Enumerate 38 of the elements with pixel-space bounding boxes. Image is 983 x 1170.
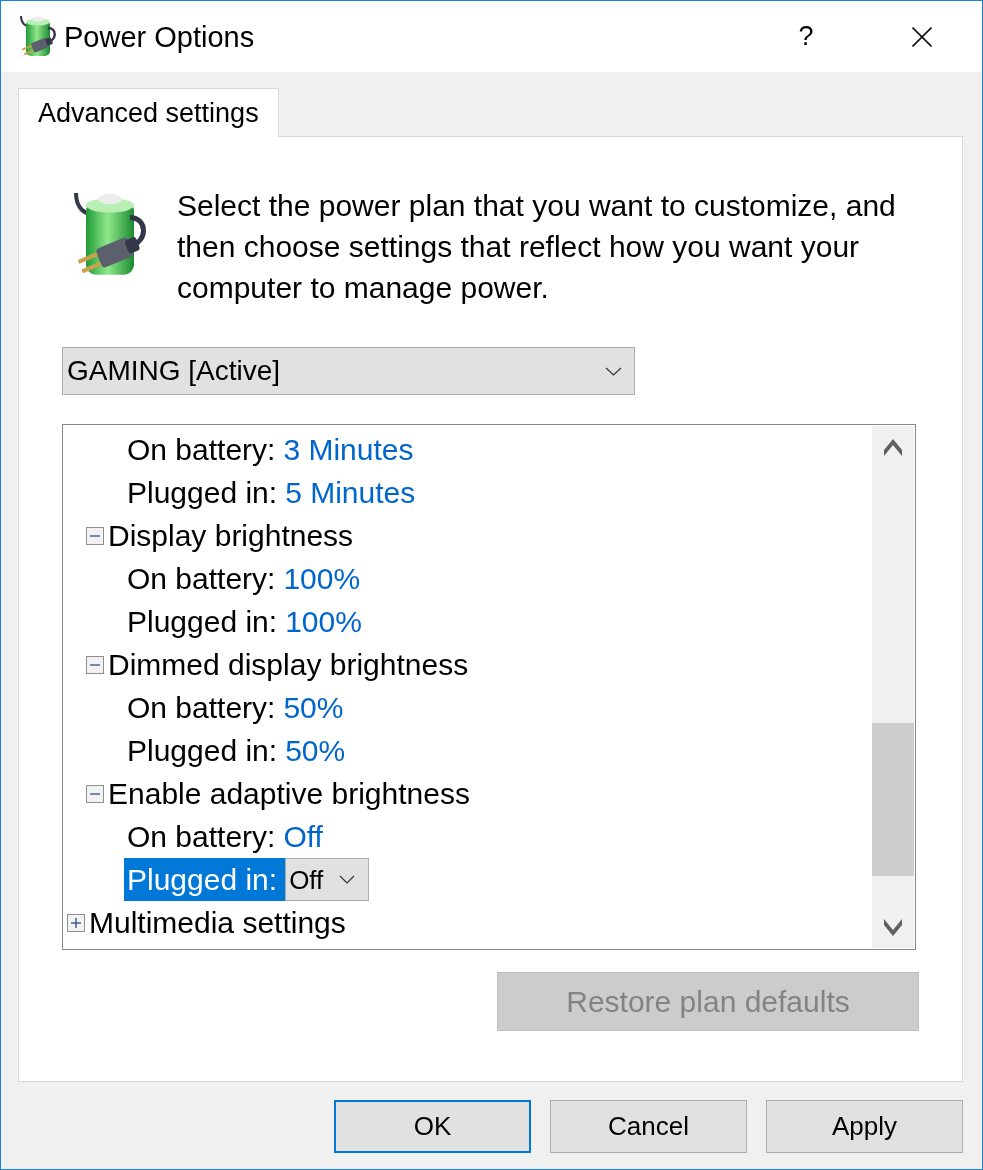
chevron-down-icon	[605, 366, 622, 376]
minus-box-icon[interactable]	[86, 784, 104, 803]
value-dropdown[interactable]: Off	[285, 858, 370, 901]
setting-label[interactable]: Plugged in:	[124, 471, 286, 514]
setting-label[interactable]: Plugged in:	[124, 729, 286, 772]
dialog-button[interactable]: Apply	[766, 1100, 963, 1153]
tree-item[interactable]: Multimedia settings	[89, 903, 346, 942]
tree-item[interactable]: Enable adaptive brightness	[108, 774, 470, 813]
tree-item[interactable]: Display brightness	[108, 516, 354, 555]
setting-value[interactable]: 100%	[285, 602, 362, 641]
setting-value[interactable]: 50%	[285, 731, 346, 770]
setting-label[interactable]: On battery:	[124, 815, 284, 858]
dialog-button[interactable]: OK	[334, 1100, 531, 1153]
description-text: Select the power plan that you want to customize, and then choose settings that reflect how you want your computer to manage power.	[177, 188, 897, 306]
setting-value[interactable]: 50%	[283, 688, 344, 727]
scroll-thumb[interactable]	[872, 723, 914, 876]
setting-value[interactable]: 3 Minutes	[283, 430, 414, 469]
chevron-down-icon	[884, 918, 902, 936]
setting-label[interactable]: Plugged in:	[124, 600, 286, 643]
setting-value[interactable]: 5 Minutes	[285, 473, 416, 512]
plan-dropdown[interactable]: GAMING [Active]	[62, 347, 635, 395]
setting-label[interactable]: On battery:	[124, 686, 284, 729]
window-title: Power Options	[64, 19, 255, 55]
chevron-up-icon	[884, 438, 902, 456]
setting-label[interactable]: Plugged in:	[124, 858, 286, 901]
tab[interactable]: Advanced settings	[18, 88, 279, 137]
minus-box-icon[interactable]	[86, 655, 104, 674]
setting-label[interactable]: On battery:	[124, 428, 284, 471]
plus-box-icon[interactable]	[67, 913, 85, 932]
minus-box-icon[interactable]	[86, 526, 104, 545]
setting-label[interactable]: On battery:	[124, 557, 284, 600]
tree-item[interactable]: Dimmed display brightness	[108, 645, 469, 684]
setting-value[interactable]: Off	[283, 817, 323, 856]
help-button[interactable]: ?	[783, 11, 829, 62]
chevron-down-icon	[339, 875, 356, 884]
setting-value[interactable]: 100%	[283, 559, 361, 598]
close-icon	[912, 26, 932, 47]
dialog-button[interactable]: Cancel	[550, 1100, 747, 1153]
